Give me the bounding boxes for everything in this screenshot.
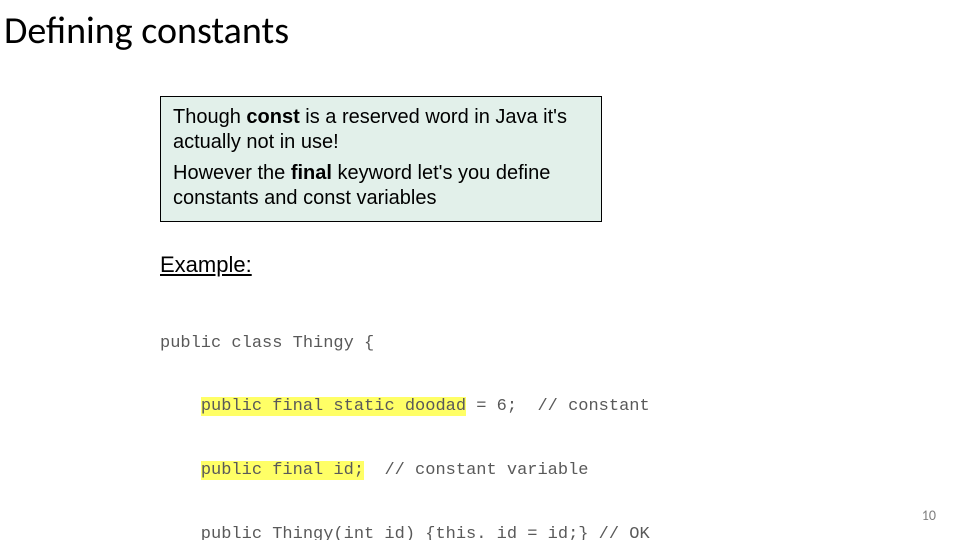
example-label: Example: bbox=[160, 252, 252, 278]
info-box: Though const is a reserved word in Java … bbox=[160, 96, 602, 222]
indent bbox=[160, 461, 201, 480]
page-number: 10 bbox=[922, 507, 936, 524]
slide: Defining constants Though const is a res… bbox=[0, 0, 960, 540]
code-text: // constant variable bbox=[364, 461, 588, 480]
highlight-constant-decl: public final static doodad bbox=[201, 397, 466, 416]
highlight-const-var-decl: public final id; bbox=[201, 461, 364, 480]
text: However the bbox=[173, 162, 291, 184]
code-line-2: public final static doodad = 6; // const… bbox=[160, 396, 691, 417]
text: Though bbox=[173, 106, 246, 128]
info-paragraph-1: Though const is a reserved word in Java … bbox=[173, 105, 589, 155]
code-block: public class Thingy { public final stati… bbox=[160, 290, 691, 540]
info-paragraph-2: However the final keyword let's you defi… bbox=[173, 161, 589, 211]
code-text: = 6; // constant bbox=[466, 397, 650, 416]
slide-title: Defining constants bbox=[4, 8, 289, 54]
code-line-3: public final id; // constant variable bbox=[160, 460, 691, 481]
code-line-4: public Thingy(int id) {this. id = id;} /… bbox=[160, 524, 691, 540]
keyword-const: const bbox=[246, 106, 299, 128]
indent bbox=[160, 397, 201, 416]
code-line-1: public class Thingy { bbox=[160, 333, 691, 354]
keyword-final: final bbox=[291, 162, 332, 184]
